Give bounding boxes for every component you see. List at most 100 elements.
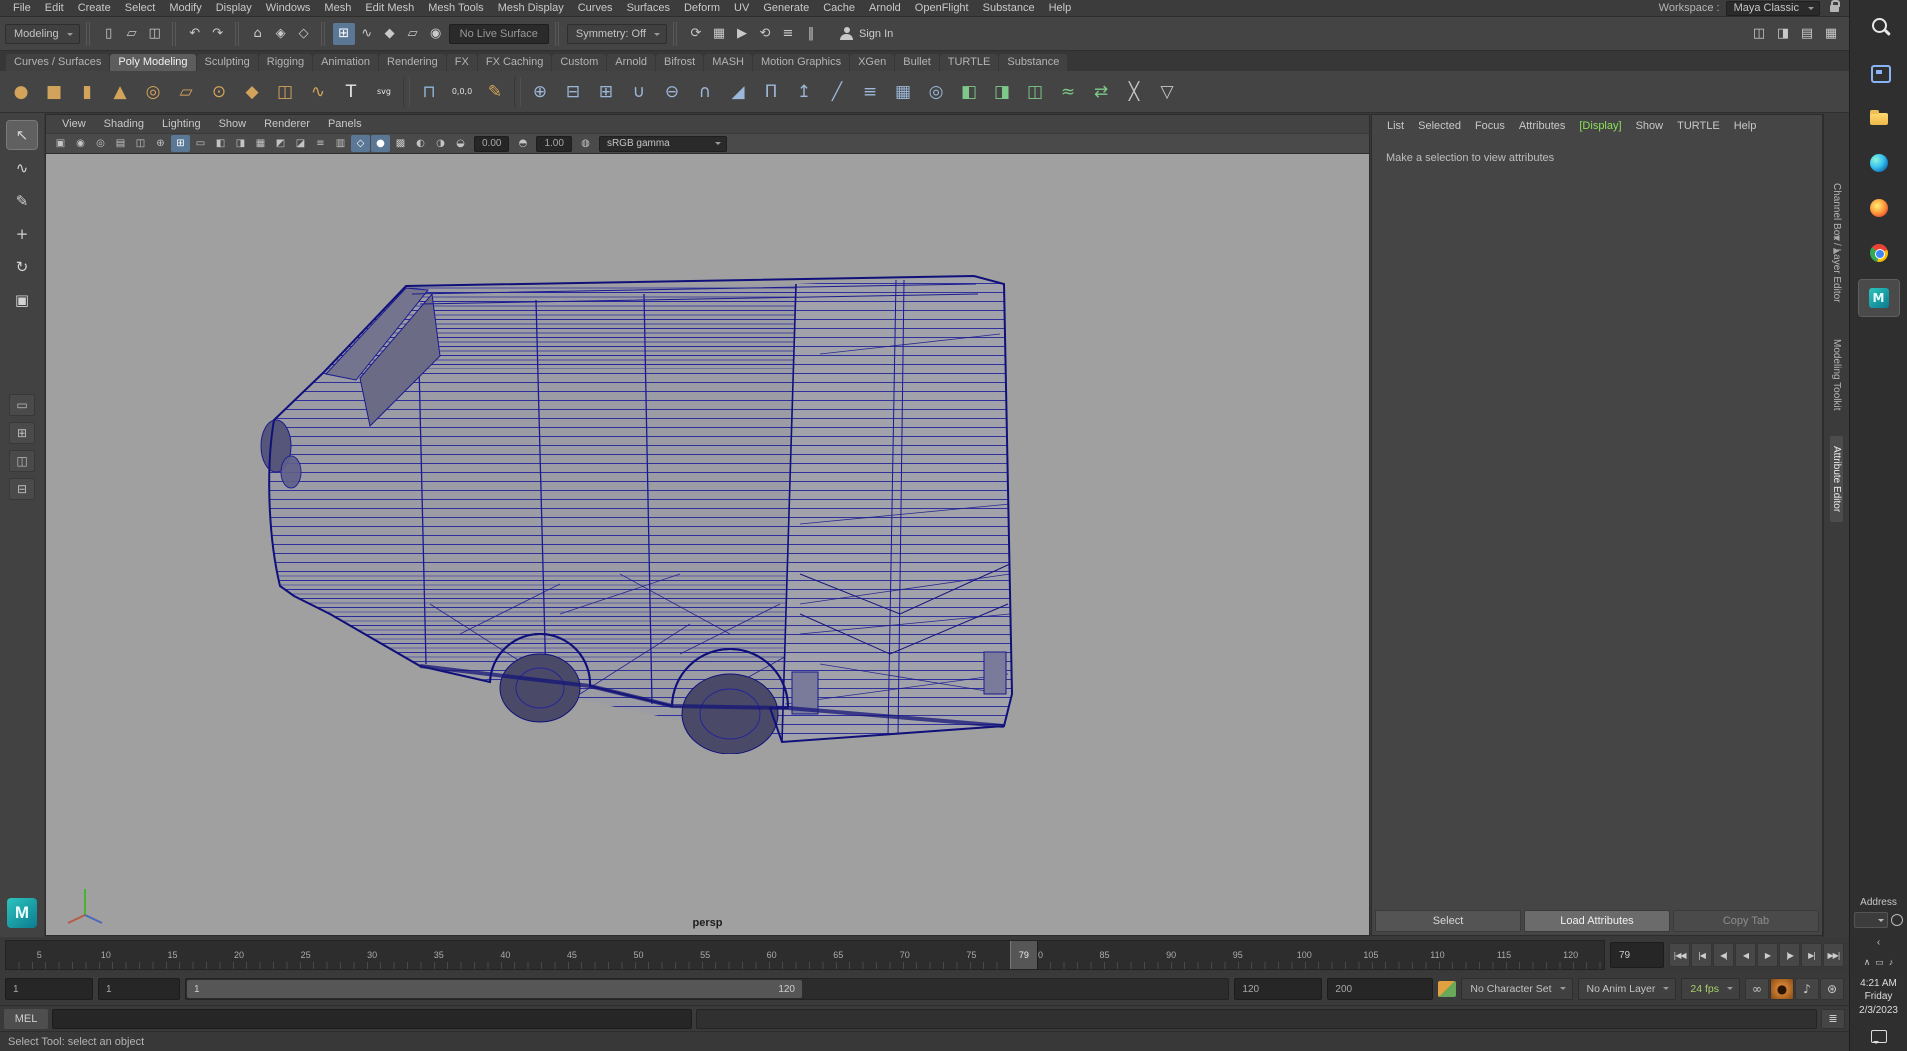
animation-end-field[interactable]: 200 (1327, 978, 1434, 1000)
attribute-editor-menu-item[interactable]: [Display] (1573, 120, 1627, 132)
menu-item[interactable]: Display (209, 1, 259, 15)
scroll-right-icon[interactable]: ▶ (1833, 246, 1839, 255)
xray-icon[interactable]: ▥ (331, 135, 350, 152)
command-language-button[interactable]: MEL (4, 1008, 48, 1029)
safe-action-icon[interactable]: ◩ (271, 135, 290, 152)
exposure-icon[interactable]: ◒ (451, 135, 470, 152)
gate-mask-icon[interactable]: ◨ (231, 135, 250, 152)
gamma-icon[interactable]: ◓ (513, 135, 532, 152)
group-handle[interactable] (85, 21, 92, 46)
snap-grid-icon[interactable]: ⊞ (332, 22, 355, 45)
play-forward-button[interactable]: ▶ (1757, 943, 1778, 967)
poly-cylinder-icon[interactable]: ▮ (71, 76, 103, 108)
textured-display-icon[interactable]: ▩ (391, 135, 410, 152)
menu-item[interactable]: Surfaces (620, 1, 677, 15)
attribute-editor-menu-item[interactable]: Attributes (1513, 120, 1571, 132)
menu-item[interactable]: Cache (816, 1, 862, 15)
menu-item[interactable]: Generate (756, 1, 816, 15)
panel-menu-item[interactable]: View (54, 118, 94, 130)
collapse-chevron-icon[interactable]: ‹ (1877, 937, 1880, 948)
menu-item[interactable]: OpenFlight (908, 1, 976, 15)
range-slider-track[interactable]: 1 120 (185, 978, 1230, 1000)
shelf-tab[interactable]: Animation (313, 54, 379, 71)
crease-tool-icon[interactable]: ╳ (1118, 76, 1150, 108)
menu-item[interactable]: Mesh Display (491, 1, 571, 15)
undo-icon[interactable]: ↶ (184, 23, 206, 45)
menu-item[interactable]: Edit Mesh (358, 1, 421, 15)
shelf-tab[interactable]: Custom (552, 54, 607, 71)
toggle-modeling-toolkit-icon[interactable]: ◫ (1748, 23, 1770, 45)
panel-menu-item[interactable]: Lighting (154, 118, 209, 130)
snap-point-icon[interactable]: ◆ (379, 23, 401, 45)
lasso-tool[interactable]: ∿ (7, 154, 37, 182)
group-handle[interactable] (320, 21, 327, 46)
step-forward-key-button[interactable]: |▶ (1779, 943, 1800, 967)
boolean-difference-icon[interactable]: ⊖ (656, 76, 688, 108)
copy-tab-button[interactable]: Copy Tab (1673, 910, 1819, 932)
menu-item[interactable]: Arnold (862, 1, 908, 15)
hud-icon[interactable]: ≡ (311, 135, 330, 152)
multi-cut-icon[interactable]: ╱ (821, 76, 853, 108)
load-attributes-button[interactable]: Load Attributes (1524, 910, 1670, 932)
field-chart-icon[interactable]: ▦ (251, 135, 270, 152)
shadows-icon[interactable]: ◑ (431, 135, 450, 152)
make-live-shelf-icon[interactable]: ⊓ (413, 76, 445, 108)
make-live-icon[interactable]: ◉ (425, 23, 447, 45)
shelf-tab[interactable]: Sculpting (196, 54, 258, 71)
color-management-icon[interactable]: ◍ (576, 135, 595, 152)
menu-set-selector[interactable]: Modeling (5, 23, 80, 44)
group-handle[interactable] (234, 21, 241, 46)
bevel-icon[interactable]: ◢ (722, 76, 754, 108)
menu-item[interactable]: Select (118, 1, 163, 15)
resolution-gate-icon[interactable]: ◧ (211, 135, 230, 152)
tab-modeling-toolkit[interactable]: Modeling Toolkit (1830, 329, 1843, 421)
shelf-tab[interactable]: Substance (999, 54, 1068, 71)
play-backwards-button[interactable]: ◀ (1735, 943, 1756, 967)
script-editor-icon[interactable]: ≣ (1821, 1008, 1845, 1029)
reduce-icon[interactable]: ▽ (1151, 76, 1183, 108)
new-scene-icon[interactable]: ▯ (98, 23, 120, 45)
panel-menu-item[interactable]: Panels (320, 118, 370, 130)
character-set-key-icon[interactable] (1438, 981, 1457, 997)
poly-cube-icon[interactable]: ■ (38, 76, 70, 108)
menu-item[interactable]: UV (727, 1, 756, 15)
scroll-left-icon[interactable]: ◀ (1833, 233, 1839, 242)
viewport-3d[interactable]: persp (46, 154, 1369, 935)
attribute-editor-menu-item[interactable]: List (1381, 120, 1410, 132)
poly-sphere-icon[interactable]: ● (5, 76, 37, 108)
shelf-separator[interactable] (514, 75, 521, 108)
symmetry-selector[interactable]: Symmetry: Off (566, 23, 667, 44)
file-explorer-button[interactable] (1859, 100, 1899, 136)
construction-history-icon[interactable]: ⟳ (685, 23, 707, 45)
svg-tool-icon[interactable]: svg (368, 76, 400, 108)
shelf-tab[interactable]: Bullet (895, 54, 939, 71)
select-button[interactable]: Select (1375, 910, 1521, 932)
connect-icon[interactable]: ≡ (854, 76, 886, 108)
sound-icon[interactable]: ♪ (1795, 978, 1819, 1000)
menu-item[interactable]: Deform (677, 1, 727, 15)
ipr-render-icon[interactable]: ⟲ (754, 23, 776, 45)
maya-taskbar-button[interactable] (1857, 279, 1900, 317)
save-scene-icon[interactable]: ◫ (144, 23, 166, 45)
select-hierarchy-icon[interactable]: ⌂ (247, 23, 269, 45)
van-wireframe-model[interactable] (260, 274, 1026, 754)
poly-pipe-icon[interactable]: ◫ (269, 76, 301, 108)
shelf-tab[interactable]: Poly Modeling (110, 54, 196, 71)
average-vertices-icon[interactable]: ≈ (1052, 76, 1084, 108)
safe-title-icon[interactable]: ◪ (291, 135, 310, 152)
step-back-frame-button[interactable]: |◀ (1691, 943, 1712, 967)
quad-draw-icon[interactable]: ▦ (887, 76, 919, 108)
poly-helix-icon[interactable]: ∿ (302, 76, 334, 108)
volume-tray-icon[interactable]: ♪ (1889, 957, 1894, 968)
lock-camera-icon[interactable]: ◉ (71, 135, 90, 152)
taskbar-clock[interactable]: 4:21 AM Friday 2/3/2023 (1859, 977, 1898, 1018)
bridge-icon[interactable]: Π (755, 76, 787, 108)
menu-item[interactable]: Help (1042, 1, 1079, 15)
symmetrize-icon[interactable]: ◫ (1019, 76, 1051, 108)
workspace-selector[interactable]: Maya Classic (1725, 0, 1820, 16)
exposure-field[interactable]: 0.00 (474, 135, 510, 152)
transfer-attributes-icon[interactable]: ⇄ (1085, 76, 1117, 108)
playback-end-field[interactable]: 120 (1234, 978, 1323, 1000)
attribute-editor-menu-item[interactable]: TURTLE (1671, 120, 1726, 132)
auto-key-toggle[interactable]: ● (1770, 978, 1794, 1000)
